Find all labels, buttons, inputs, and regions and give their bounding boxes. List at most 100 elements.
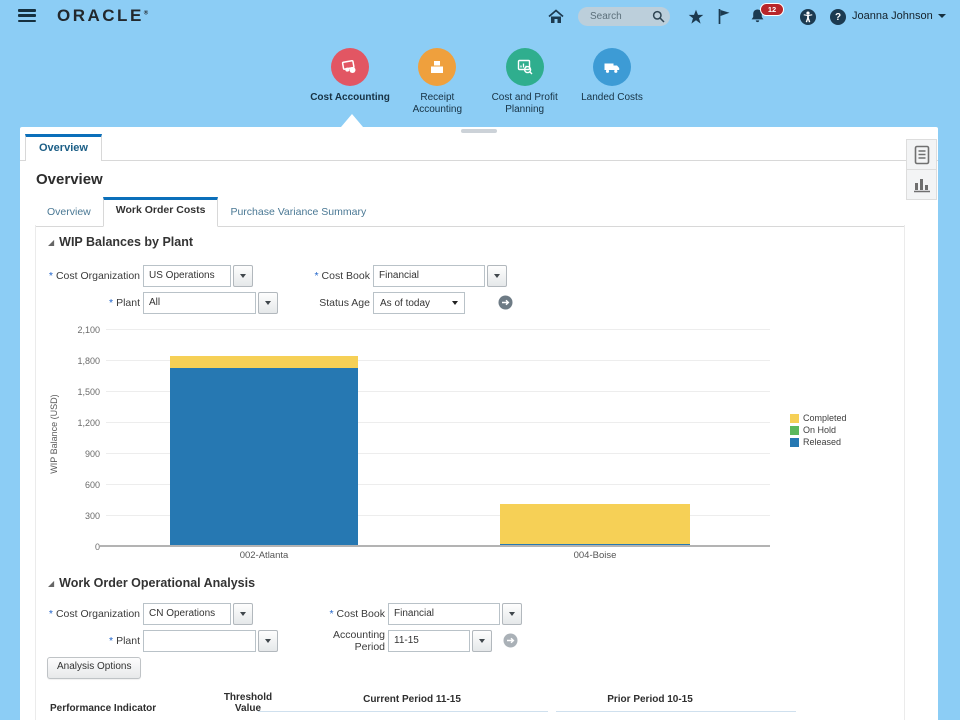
chevron-down-icon — [494, 274, 500, 278]
legend-swatch — [790, 413, 799, 423]
legend-label: Completed — [803, 413, 847, 423]
subtab-bar: Overview Work Order Costs Purchase Varianc… — [35, 197, 905, 227]
go-button[interactable] — [498, 295, 513, 310]
search-box — [578, 7, 670, 26]
legend-swatch — [790, 425, 799, 435]
content-region: ◢ WIP Balances by Plant * Cost Organizatio… — [35, 225, 905, 720]
bar-segment-completed-004-boise[interactable] — [500, 503, 690, 544]
user-menu[interactable]: Joanna Johnson — [852, 10, 946, 22]
filter-select-status-age[interactable]: As of today — [373, 292, 465, 314]
legend-label: Released — [803, 437, 842, 447]
filter-label-text: Cost Organization — [55, 270, 140, 282]
y-axis-tick-label: 2,100 — [77, 324, 100, 335]
filter-label-text: Status Age — [319, 297, 370, 309]
bar-segment-completed-002-atlanta[interactable] — [170, 355, 358, 369]
cost-profit-planning-icon — [505, 48, 544, 86]
document-icon — [914, 145, 930, 165]
required-asterisk: * — [108, 635, 114, 647]
disclosure-triangle-icon: ◢ — [48, 579, 55, 588]
watchlist-flag-icon[interactable] — [717, 8, 731, 30]
col-header-performance-indicator: Performance Indicator — [50, 703, 157, 714]
app-item-landed-costs[interactable]: Landed Costs — [570, 48, 654, 116]
select-value: As of today — [380, 297, 431, 309]
filter-label-status-age: Status Age — [207, 297, 370, 309]
user-name: Joanna Johnson — [852, 10, 933, 22]
app-label: Cost and Profit Planning — [491, 92, 558, 115]
search-input[interactable] — [588, 10, 652, 23]
filter-label-cost-book: * Cost Book — [207, 608, 385, 620]
side-tab-reports[interactable] — [906, 139, 937, 170]
required-asterisk: * — [329, 608, 334, 620]
panel-drag-handle[interactable] — [461, 129, 497, 133]
app-label: Landed Costs — [581, 92, 643, 103]
subtab-purchase-variance-summary[interactable]: Purchase Variance Summary — [218, 200, 378, 226]
caret-down-icon — [937, 14, 946, 18]
side-tab-graphs[interactable] — [906, 169, 937, 200]
favorites-star-icon[interactable] — [688, 9, 704, 30]
app-item-receipt-accounting[interactable]: Receipt Accounting — [395, 48, 479, 116]
wip-balances-chart: WIP Balance (USD) 0 300 600 900 1,200 1,500 1,… — [36, 323, 904, 570]
column-group-divider — [556, 711, 796, 712]
chevron-down-icon — [265, 639, 271, 643]
go-button[interactable] — [503, 633, 518, 648]
dropdown-button-accounting-period[interactable] — [472, 630, 492, 652]
dropdown-button-plant[interactable] — [258, 630, 278, 652]
hamburger-menu-icon[interactable] — [18, 9, 38, 25]
filter-field-accounting-period[interactable]: 11-15 — [388, 630, 470, 652]
chevron-down-icon — [509, 612, 515, 616]
required-asterisk: * — [108, 297, 114, 309]
app-item-cost-profit-planning[interactable]: Cost and Profit Planning — [483, 48, 567, 116]
y-axis-tick-label: 600 — [84, 479, 100, 490]
required-asterisk: * — [48, 270, 53, 282]
cost-accounting-icon — [331, 48, 369, 86]
y-axis-tick-label: 1,200 — [77, 417, 100, 428]
landed-costs-icon — [592, 48, 631, 86]
col-group-prior-period: Prior Period 10-15 — [607, 694, 693, 705]
woa-filters: * Cost Organization CN Operations * Cost Boo… — [36, 603, 904, 659]
side-tab-strip — [906, 139, 937, 200]
dropdown-button-cost-book[interactable] — [502, 603, 522, 625]
window-tab-overview[interactable]: Overview — [25, 134, 102, 161]
bar-segment-released-002-atlanta[interactable] — [170, 368, 358, 546]
filter-field-cost-book[interactable]: Financial — [388, 603, 500, 625]
wip-filters: * Cost Organization US Operations * Cost Boo… — [36, 265, 904, 321]
subtab-work-order-costs[interactable]: Work Order Costs — [102, 197, 219, 227]
main-panel: Overview Overview Overview Work Order Cos… — [20, 127, 938, 720]
required-asterisk: * — [48, 608, 53, 620]
y-axis-tick-label: 1,800 — [77, 355, 100, 366]
bar-chart-icon — [913, 177, 931, 193]
dropdown-button-cost-book[interactable] — [487, 265, 507, 287]
filter-label-plant: * Plant — [47, 297, 140, 309]
registered-mark: ® — [143, 10, 149, 17]
y-axis-tick-label: 900 — [84, 448, 100, 459]
app-label: Receipt Accounting — [412, 92, 463, 115]
y-axis-tick-label: 0 — [94, 541, 100, 552]
filter-field-plant[interactable] — [143, 630, 256, 652]
app-label: Cost Accounting — [310, 92, 390, 103]
desktop: { "header": { "brand": "ORACLE", "brand_… — [0, 0, 960, 720]
filter-label-cost-organization: * Cost Organization — [47, 608, 140, 620]
disclosure-triangle-icon: ◢ — [48, 238, 55, 247]
gridline — [106, 329, 770, 330]
filter-label-plant: * Plant — [47, 635, 140, 647]
filter-label-accounting-period: Accounting Period — [325, 629, 385, 653]
wip-section-header[interactable]: ◢ WIP Balances by Plant — [48, 235, 193, 249]
woa-section-header[interactable]: ◢ Work Order Operational Analysis — [48, 576, 255, 590]
filter-field-cost-book[interactable]: Financial — [373, 265, 485, 287]
filter-label-cost-book: * Cost Book — [207, 270, 370, 282]
column-group-divider — [258, 711, 548, 712]
notification-badge: 12 — [760, 3, 784, 16]
home-icon[interactable] — [548, 9, 564, 29]
x-axis-line — [100, 545, 770, 547]
filter-label-text: Plant — [116, 297, 140, 309]
help-icon[interactable]: ? — [830, 9, 846, 25]
filter-label-text: Accounting Period — [333, 629, 385, 653]
y-axis-tick-label: 300 — [84, 510, 100, 521]
required-asterisk: * — [314, 270, 319, 282]
accessibility-icon[interactable] — [800, 9, 816, 30]
legend-label: On Hold — [803, 425, 837, 435]
subtab-overview[interactable]: Overview — [35, 200, 103, 226]
analysis-options-button[interactable]: Analysis Options — [47, 657, 142, 679]
search-icon[interactable] — [652, 10, 665, 23]
app-item-cost-accounting[interactable]: Cost Accounting — [308, 48, 392, 116]
